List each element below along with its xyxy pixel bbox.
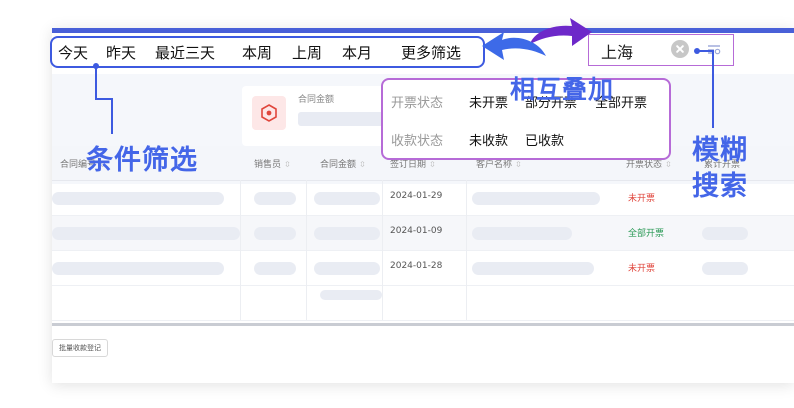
column-divider	[306, 180, 307, 320]
cell-placeholder	[254, 192, 296, 205]
filter-this-week[interactable]: 本周	[242, 42, 272, 63]
filter-yesterday[interactable]: 昨天	[106, 42, 136, 63]
metric-label: 合同金额	[298, 95, 335, 105]
column-header-amount[interactable]: 合同金额 ⇳	[320, 157, 366, 170]
filter-list-icon[interactable]	[705, 40, 723, 58]
top-accent-bar	[52, 28, 794, 33]
column-divider	[382, 180, 383, 320]
annotation-leader	[95, 68, 97, 100]
payment-option-unpaid[interactable]: 未收款	[469, 130, 508, 149]
table-row[interactable]: 2024-01-28 未开票	[52, 251, 794, 286]
cell-placeholder	[320, 290, 382, 300]
cell-sign-date: 2024-01-28	[390, 261, 443, 271]
cell-placeholder	[254, 262, 296, 275]
table-row[interactable]: 2024-01-09 全部开票	[52, 216, 794, 251]
cell-placeholder	[254, 227, 296, 240]
cell-placeholder	[472, 262, 594, 275]
invoice-status-label: 开票状态	[391, 96, 444, 111]
cell-sign-date: 2024-01-29	[390, 191, 443, 201]
annotation-fuzzy-search-top: 模糊	[692, 135, 748, 166]
cell-invoice-status: 未开票	[628, 194, 656, 204]
column-header-salesperson[interactable]: 销售员 ⇳	[254, 157, 291, 170]
table-row[interactable]	[52, 286, 794, 321]
column-divider	[466, 180, 467, 320]
cell-placeholder	[314, 192, 380, 205]
cell-placeholder	[52, 192, 224, 205]
filter-last-three-days[interactable]: 最近三天	[155, 42, 215, 63]
annotation-leader	[111, 98, 113, 134]
filter-this-month[interactable]: 本月	[342, 42, 372, 63]
time-filter-bar: 今天 昨天 最近三天 本周 上周 本月 更多筛选	[50, 36, 485, 68]
cell-placeholder	[472, 227, 572, 240]
cell-placeholder	[702, 227, 748, 240]
hexagon-icon	[261, 104, 277, 122]
cell-sign-date: 2024-01-09	[390, 226, 443, 236]
annotation-leader	[712, 50, 714, 128]
table-row[interactable]: 2024-01-29 未开票	[52, 181, 794, 216]
cell-placeholder	[314, 262, 380, 275]
metric-icon	[252, 96, 286, 130]
column-divider	[240, 180, 241, 320]
horizontal-scrollbar[interactable]	[52, 323, 794, 326]
cell-placeholder	[472, 192, 600, 205]
payment-option-paid[interactable]: 已收款	[525, 130, 564, 149]
batch-payment-register-button[interactable]: 批量收款登记	[52, 339, 108, 357]
annotation-fuzzy-search-bottom: 搜索	[692, 171, 748, 202]
cell-invoice-status: 未开票	[628, 264, 656, 274]
annotation-overlay: 相互叠加	[510, 75, 615, 104]
cell-invoice-status: 全部开票	[628, 229, 665, 239]
cell-placeholder	[52, 262, 224, 275]
invoice-option-none[interactable]: 未开票	[469, 92, 508, 111]
search-input[interactable]: 上海	[601, 39, 633, 63]
annotation-condition-filter: 条件筛选	[86, 145, 198, 176]
cell-placeholder	[52, 227, 240, 240]
filter-today[interactable]: 今天	[58, 42, 88, 63]
payment-status-label: 收款状态	[391, 134, 444, 149]
cell-placeholder	[702, 262, 748, 275]
filter-last-week[interactable]: 上周	[292, 42, 322, 63]
overlay-arrows-icon	[482, 18, 592, 60]
more-filters-button[interactable]: 更多筛选	[401, 42, 461, 63]
clear-icon[interactable]	[671, 40, 689, 58]
cell-placeholder	[314, 227, 380, 240]
